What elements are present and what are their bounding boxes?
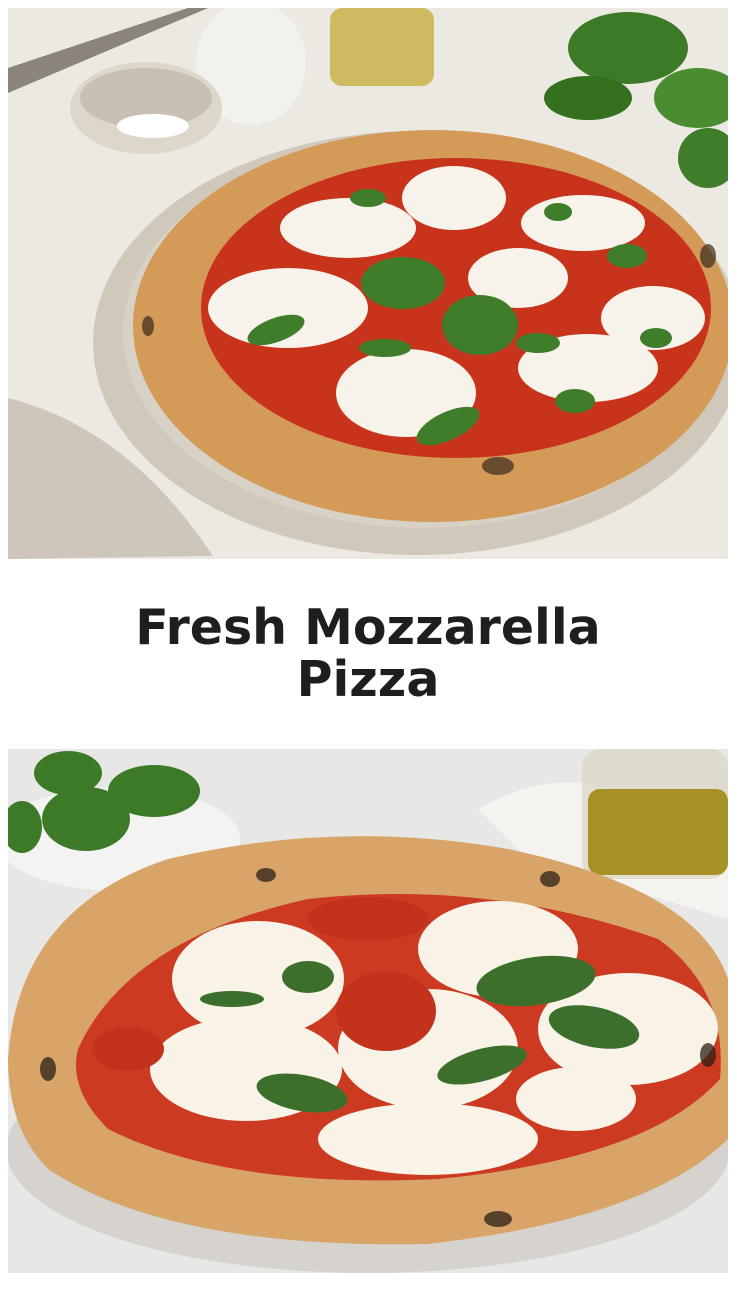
top-pizza-illustration	[8, 8, 728, 559]
bottom-pizza-illustration	[8, 749, 728, 1273]
top-pizza-photo	[8, 8, 728, 559]
title-band: Fresh Mozzarella Pizza	[0, 559, 736, 749]
bottom-pizza-photo	[8, 749, 728, 1273]
oil-glass	[330, 8, 434, 86]
pin-title: Fresh Mozzarella Pizza	[135, 599, 601, 708]
